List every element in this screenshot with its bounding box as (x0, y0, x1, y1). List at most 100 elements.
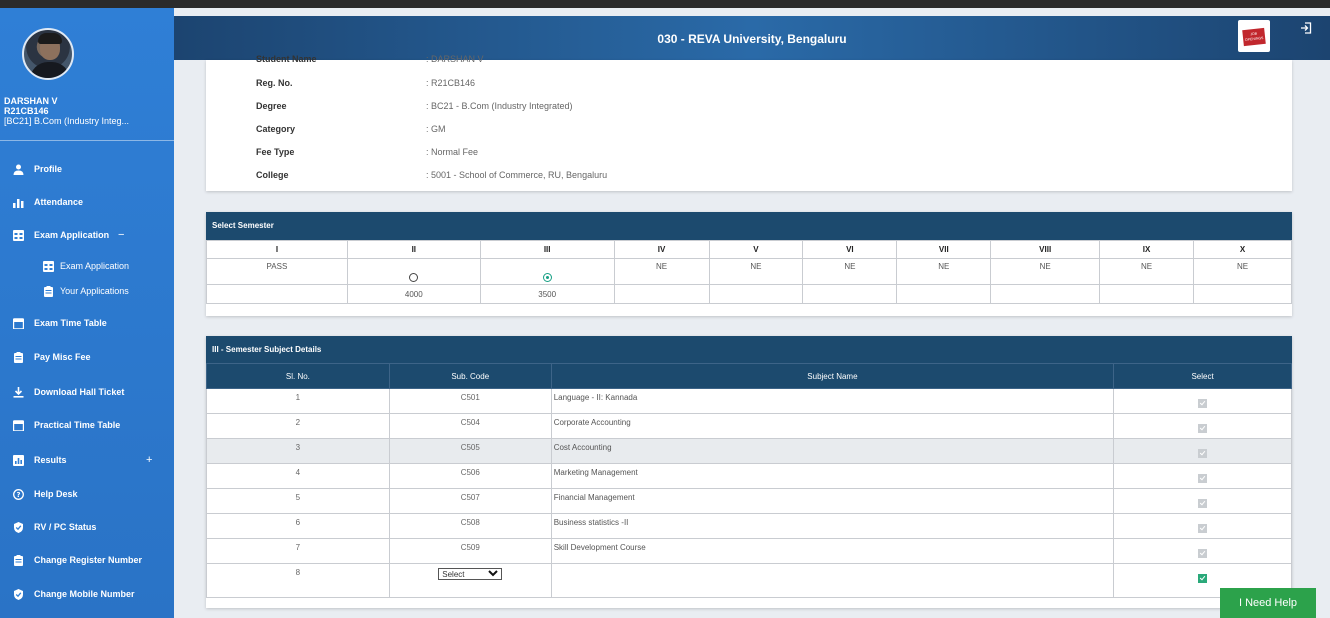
sidebar-item-attendance[interactable]: Attendance (12, 196, 83, 208)
info-label: Degree (256, 101, 287, 111)
subject-code-select[interactable]: Select (438, 568, 503, 580)
person-icon (12, 163, 24, 175)
semester-status: NE (613, 258, 710, 285)
table-row: 4 C506 Marketing Management (206, 463, 1292, 489)
sl-no: 7 (206, 538, 390, 564)
job-openings-badge[interactable]: JOB OPENINGS (1238, 20, 1270, 52)
select-value: Select (442, 569, 465, 579)
chart-box-icon (12, 454, 24, 466)
calendar-icon (12, 317, 24, 329)
sl-no: 1 (206, 388, 390, 414)
expand-toggle[interactable]: + (146, 454, 152, 466)
sidebar-item-label: Results (34, 455, 67, 465)
subject-checkbox[interactable] (1198, 474, 1208, 483)
calendar-grid-icon (42, 260, 54, 272)
user-info: DARSHAN V R21CB146 [BC21] B.Com (Industr… (4, 96, 129, 126)
select-cell (1113, 438, 1292, 464)
semester-radio-cell[interactable] (479, 258, 615, 285)
sidebar-item-exam-time-table[interactable]: Exam Time Table (12, 317, 107, 329)
subject-checkbox[interactable] (1198, 499, 1208, 508)
sidebar-item-exam-application[interactable]: Exam Application − (12, 229, 124, 241)
clipboard-icon (42, 285, 54, 297)
info-label: Student Name (256, 54, 317, 64)
semester-header: V (708, 240, 804, 259)
sidebar-item-change-mobile-number[interactable]: Change Mobile Number (12, 588, 135, 600)
semester-header: VIII (990, 240, 1101, 259)
need-help-button[interactable]: I Need Help (1220, 588, 1316, 618)
sub-code: C508 (388, 513, 552, 539)
sidebar-item-rv-pc-status[interactable]: RV / PC Status (12, 521, 96, 533)
info-value: : BC21 - B.Com (Industry Integrated) (426, 101, 573, 111)
info-value: : Normal Fee (426, 147, 479, 157)
info-label: Category (256, 124, 296, 134)
subject-checkbox[interactable] (1198, 399, 1208, 408)
sidebar-item-label: Help Desk (34, 489, 78, 499)
table-row: 6 C508 Business statistics -II (206, 513, 1292, 539)
info-value: : R21CB146 (426, 78, 476, 88)
sidebar-item-label: Pay Misc Fee (34, 352, 91, 362)
calendar-icon (12, 419, 24, 431)
semester-radio-cell[interactable] (346, 258, 481, 285)
select-cell (1113, 538, 1292, 564)
sub-code: C507 (388, 488, 552, 514)
subject-checkbox[interactable] (1198, 424, 1208, 433)
semester-header-row: I II III IV V VI VII VIII IX X (206, 240, 1292, 259)
collapse-toggle[interactable]: − (118, 229, 124, 241)
subject-name: Cost Accounting (550, 438, 1115, 464)
sidebar-item-label: Attendance (34, 197, 84, 207)
subject-name: Business statistics -II (550, 513, 1115, 539)
sl-no: 6 (206, 513, 390, 539)
semester-panel-header: Select Semester (206, 212, 1292, 240)
sidebar-item-change-register-number[interactable]: Change Register Number (12, 554, 142, 566)
sidebar-item-label: Practical Time Table (34, 420, 121, 430)
sidebar-item-pay-misc-fee[interactable]: Pay Misc Fee (12, 351, 91, 363)
sidebar-subitem-exam-application[interactable]: Exam Application (42, 260, 129, 272)
select-cell (1113, 463, 1292, 489)
column-header-name: Subject Name (550, 363, 1115, 389)
sub-code: C504 (388, 413, 552, 439)
sidebar-item-help-desk[interactable]: ? Help Desk (12, 488, 78, 500)
semester-header: I (206, 240, 348, 259)
clipboard-icon (12, 351, 24, 363)
avatar[interactable] (22, 28, 74, 80)
sidebar-item-profile[interactable]: Profile (12, 163, 62, 175)
semester-status: PASS (206, 258, 348, 285)
semester-status: NE (1099, 258, 1195, 285)
semester-radio-ii[interactable] (409, 273, 419, 282)
shield-check-icon (12, 588, 24, 600)
subject-checkbox[interactable] (1198, 574, 1208, 583)
shield-check-icon (12, 521, 24, 533)
user-name: DARSHAN V (4, 96, 58, 106)
sidebar-subitem-your-applications[interactable]: Your Applications (42, 285, 129, 297)
sl-no: 2 (206, 413, 390, 439)
subject-checkbox[interactable] (1198, 549, 1208, 558)
sidebar-item-practical-time-table[interactable]: Practical Time Table (12, 419, 120, 431)
semester-fee (802, 284, 898, 304)
sidebar-item-download-hall-ticket[interactable]: Download Hall Ticket (12, 386, 124, 398)
semester-fee (990, 284, 1101, 304)
subject-panel-header: III - Semester Subject Details (206, 336, 1292, 363)
semester-fee: 4000 (346, 284, 481, 304)
select-cell (1113, 413, 1292, 439)
sidebar-item-label: Exam Time Table (34, 318, 107, 328)
subject-checkbox[interactable] (1198, 524, 1208, 533)
subject-name (550, 563, 1115, 598)
sl-no: 8 (206, 563, 390, 598)
semester-fee (206, 284, 348, 304)
table-row: 5 C507 Financial Management (206, 488, 1292, 514)
column-header-sl: Sl. No. (206, 363, 390, 389)
semester-header: X (1193, 240, 1292, 259)
semester-radio-iii[interactable] (542, 273, 552, 282)
semester-status-row: PASS NE NE NE NE NE NE NE (206, 258, 1292, 285)
subject-name: Marketing Management (550, 463, 1115, 489)
logout-icon[interactable] (1300, 22, 1314, 36)
subject-name: Language - II: Kannada (550, 388, 1115, 414)
top-header: 030 - REVA University, Bengaluru JOB OPE… (174, 16, 1330, 60)
sidebar-item-results[interactable]: Results + (12, 454, 152, 466)
clipboard-icon (12, 554, 24, 566)
subject-checkbox[interactable] (1198, 449, 1208, 458)
sub-code-cell: Select (388, 563, 552, 598)
subject-header-row: Sl. No. Sub. Code Subject Name Select (206, 363, 1292, 389)
user-program: [BC21] B.Com (Industry Integ... (4, 116, 130, 126)
sidebar-item-label: Change Mobile Number (34, 589, 135, 599)
